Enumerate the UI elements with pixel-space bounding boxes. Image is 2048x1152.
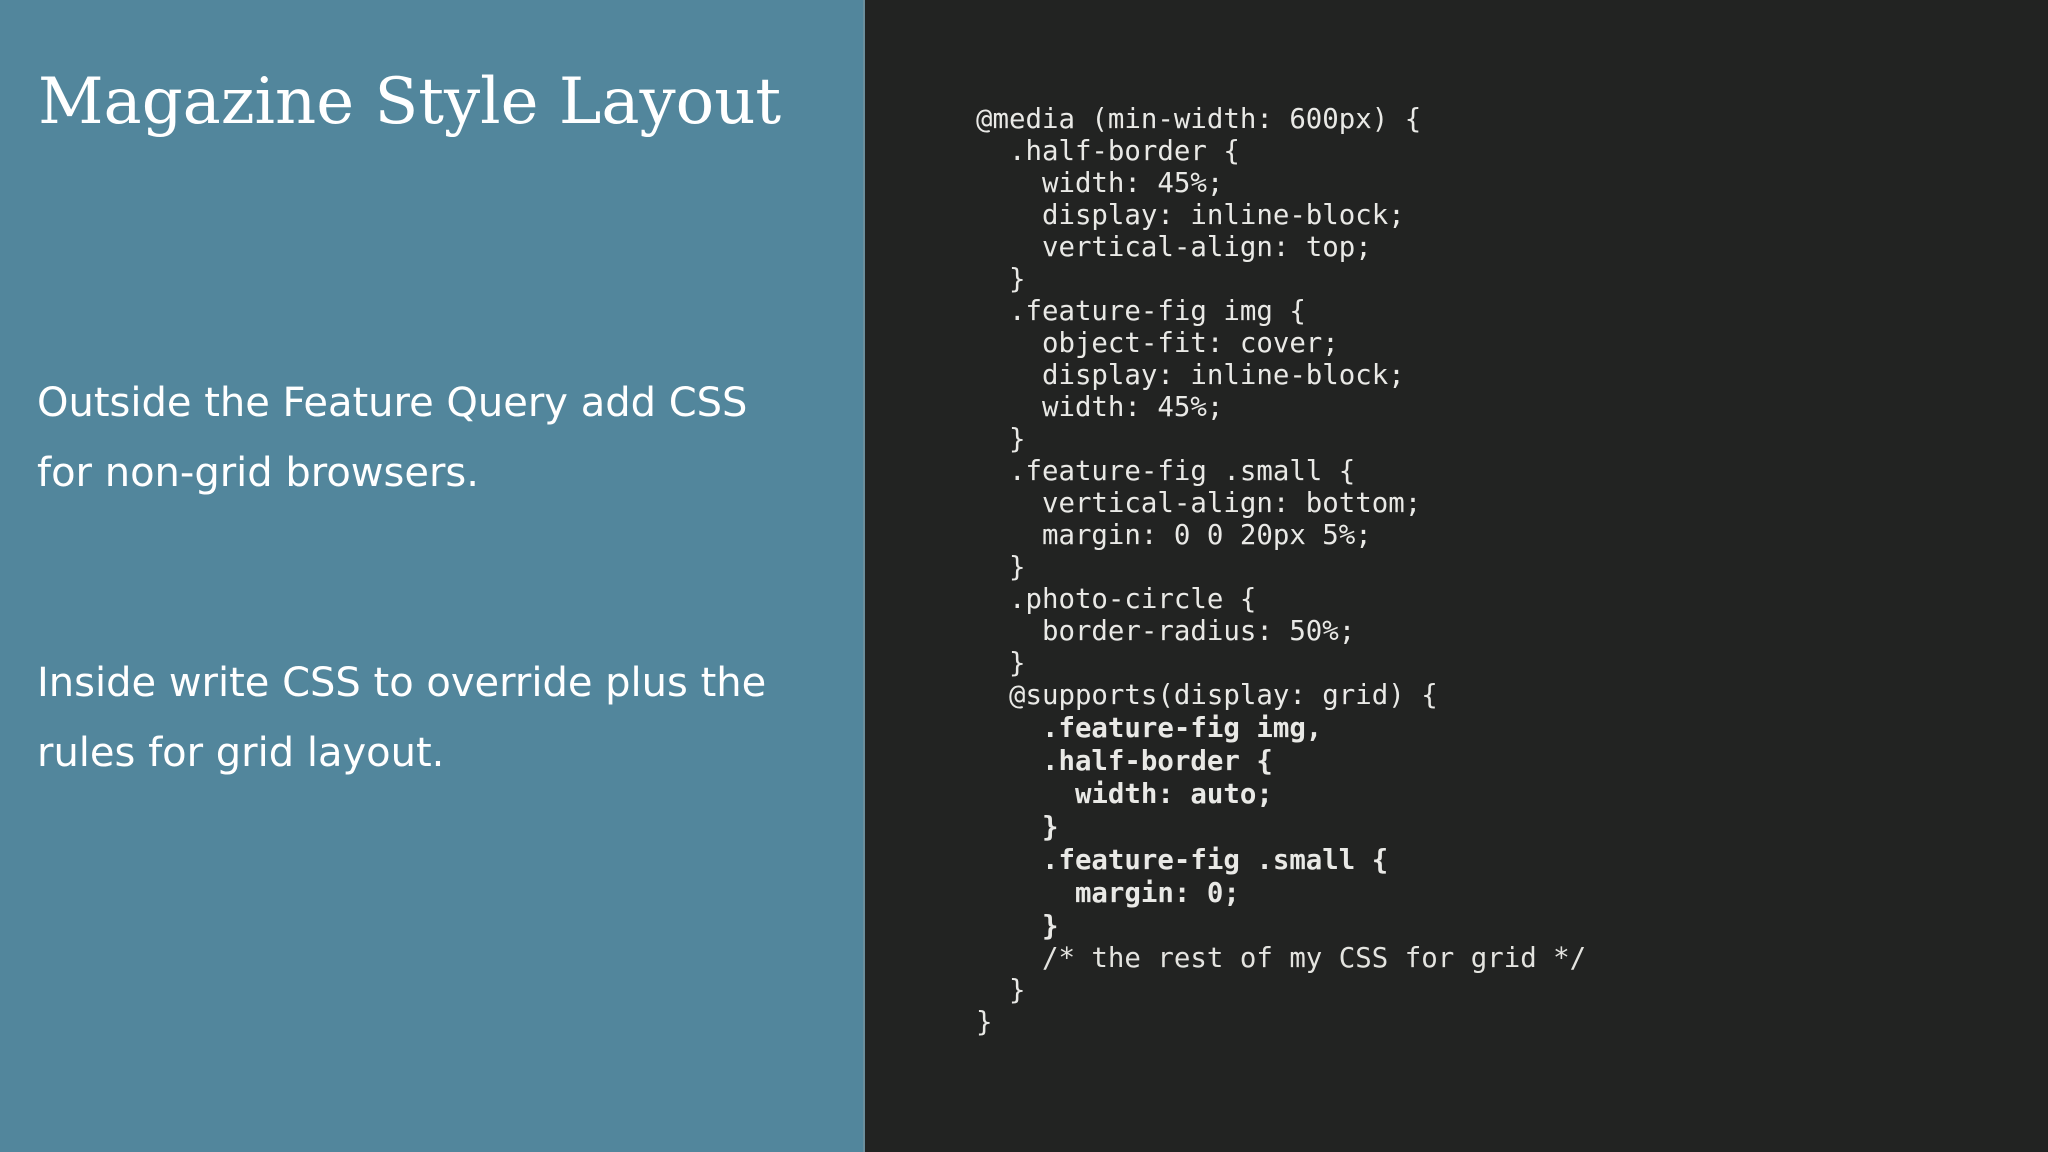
code-line: margin: 0; (976, 878, 1240, 909)
code-line: .half-border { (976, 136, 1240, 167)
code-line: margin: 0 0 20px 5%; (976, 520, 1372, 551)
code-line: .feature-fig .small { (976, 845, 1389, 876)
paragraph-line: Inside write CSS to override plus the (37, 660, 767, 706)
code-line: .feature-fig img { (976, 296, 1306, 327)
code-line: } (976, 264, 1026, 295)
code-line: .half-border { (976, 746, 1273, 777)
paragraph-line: rules for grid layout. (37, 730, 445, 776)
slide-title: Magazine Style Layout (38, 65, 782, 139)
code-line: display: inline-block; (976, 200, 1405, 231)
code-line: width: auto; (976, 779, 1273, 810)
code-line: width: 45%; (976, 392, 1224, 423)
code-line: @media (min-width: 600px) { (976, 104, 1422, 135)
left-panel: Magazine Style Layout Outside the Featur… (0, 0, 865, 1152)
paragraph-line: for non-grid browsers. (37, 450, 479, 496)
code-line: object-fit: cover; (976, 328, 1339, 359)
code-line: border-radius: 50%; (976, 616, 1356, 647)
paragraph-inside-feature-query: Inside write CSS to override plus the ru… (37, 648, 837, 788)
code-line: } (976, 911, 1059, 942)
right-panel: @media (min-width: 600px) { .half-border… (865, 0, 2048, 1152)
code-line: } (976, 812, 1059, 843)
code-line: vertical-align: bottom; (976, 488, 1422, 519)
code-line: vertical-align: top; (976, 232, 1372, 263)
code-comment-line: /* the rest of my CSS for grid */ (976, 943, 1587, 974)
code-line: width: 45%; (976, 168, 1224, 199)
css-code-block: @media (min-width: 600px) { .half-border… (976, 104, 1586, 1039)
code-line: .photo-circle { (976, 584, 1257, 615)
paragraph-line: Outside the Feature Query add CSS (37, 380, 748, 426)
code-line: .feature-fig .small { (976, 456, 1356, 487)
code-line: } (976, 975, 1026, 1006)
paragraph-outside-feature-query: Outside the Feature Query add CSS for no… (37, 368, 837, 508)
code-line: .feature-fig img, (976, 713, 1323, 744)
code-line: } (976, 1007, 993, 1038)
code-line: } (976, 552, 1026, 583)
code-line: } (976, 424, 1026, 455)
code-line: @supports(display: grid) { (976, 680, 1438, 711)
code-line: display: inline-block; (976, 360, 1405, 391)
code-line: } (976, 648, 1026, 679)
